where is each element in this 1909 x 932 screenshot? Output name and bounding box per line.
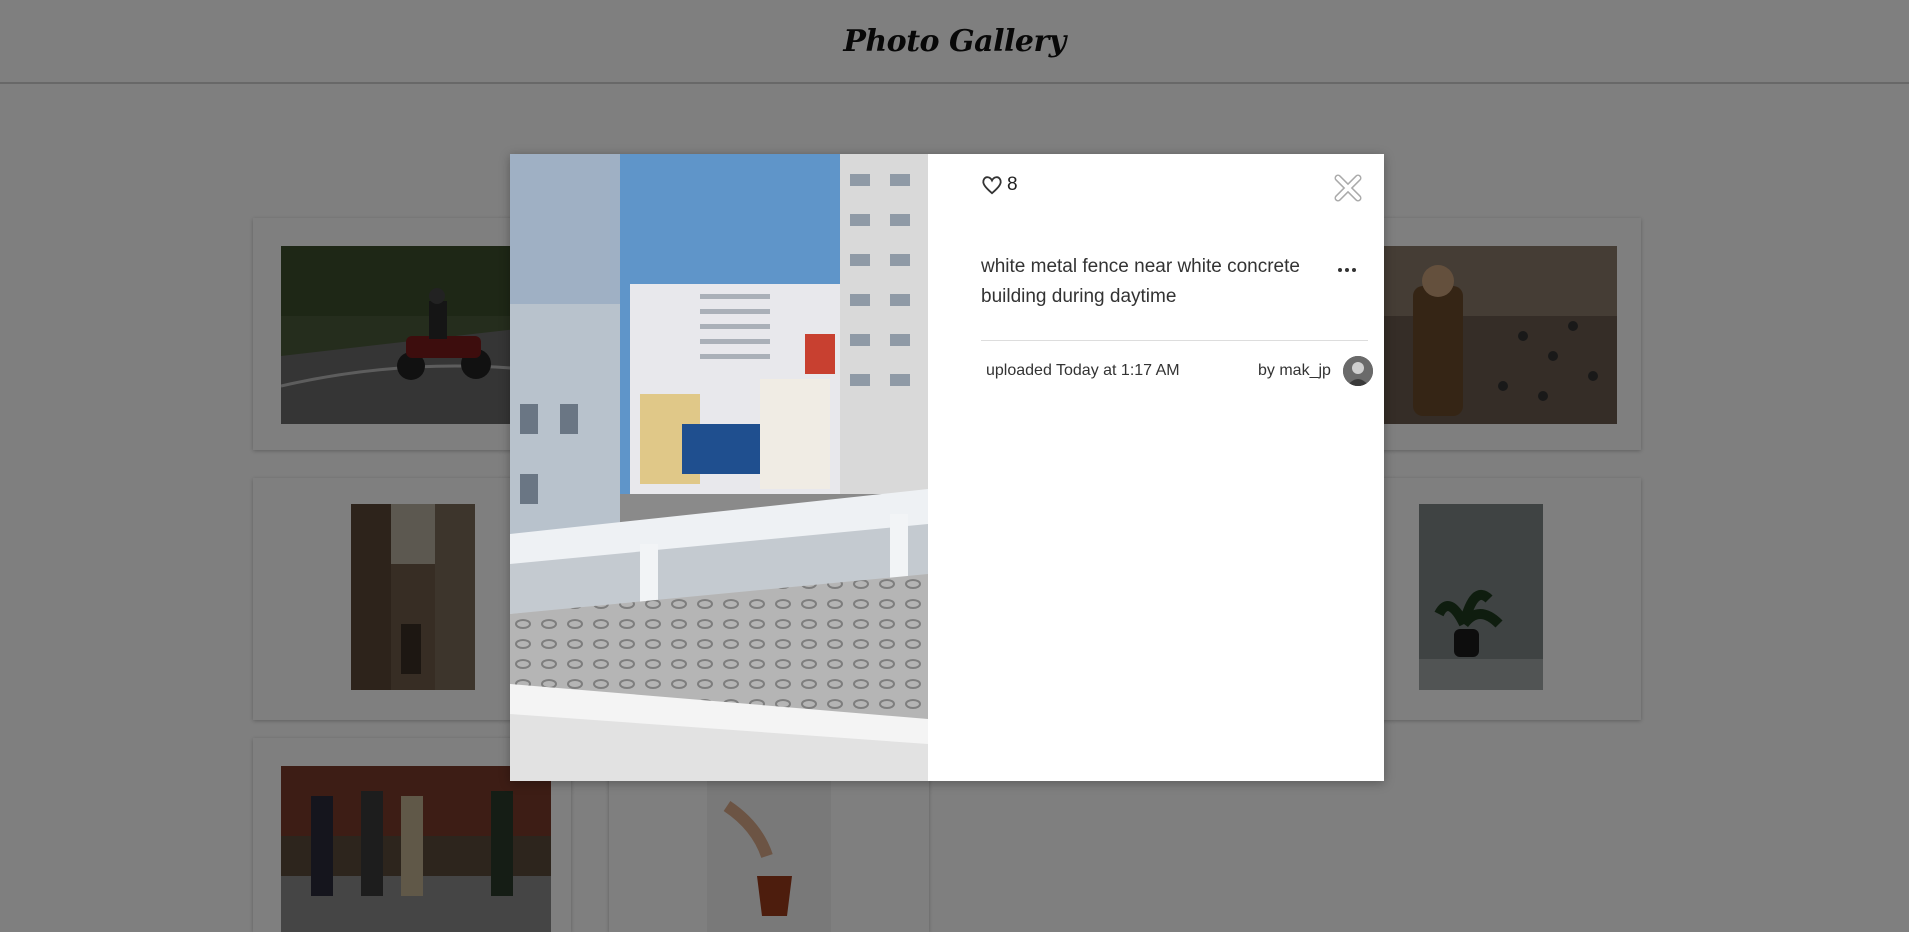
modal-photo: [510, 154, 928, 781]
avatar[interactable]: [1343, 356, 1373, 386]
close-button[interactable]: [1332, 172, 1364, 204]
like-button[interactable]: 8: [981, 174, 1018, 196]
modal-info-panel: 8 white metal fence near white concrete …: [928, 154, 1384, 781]
photo-description: white metal fence near white concrete bu…: [981, 256, 1300, 307]
more-dots-icon: [1338, 268, 1342, 272]
like-count: 8: [1007, 174, 1018, 195]
heart-outline-icon: [982, 176, 1002, 195]
photo-modal: 8 white metal fence near white concrete …: [510, 154, 1384, 781]
author-name[interactable]: by mak_jp: [1258, 362, 1331, 380]
close-icon: [1334, 174, 1362, 202]
divider: [981, 340, 1368, 341]
more-options-button[interactable]: [1338, 262, 1358, 278]
upload-timestamp: uploaded Today at 1:17 AM: [986, 362, 1180, 379]
